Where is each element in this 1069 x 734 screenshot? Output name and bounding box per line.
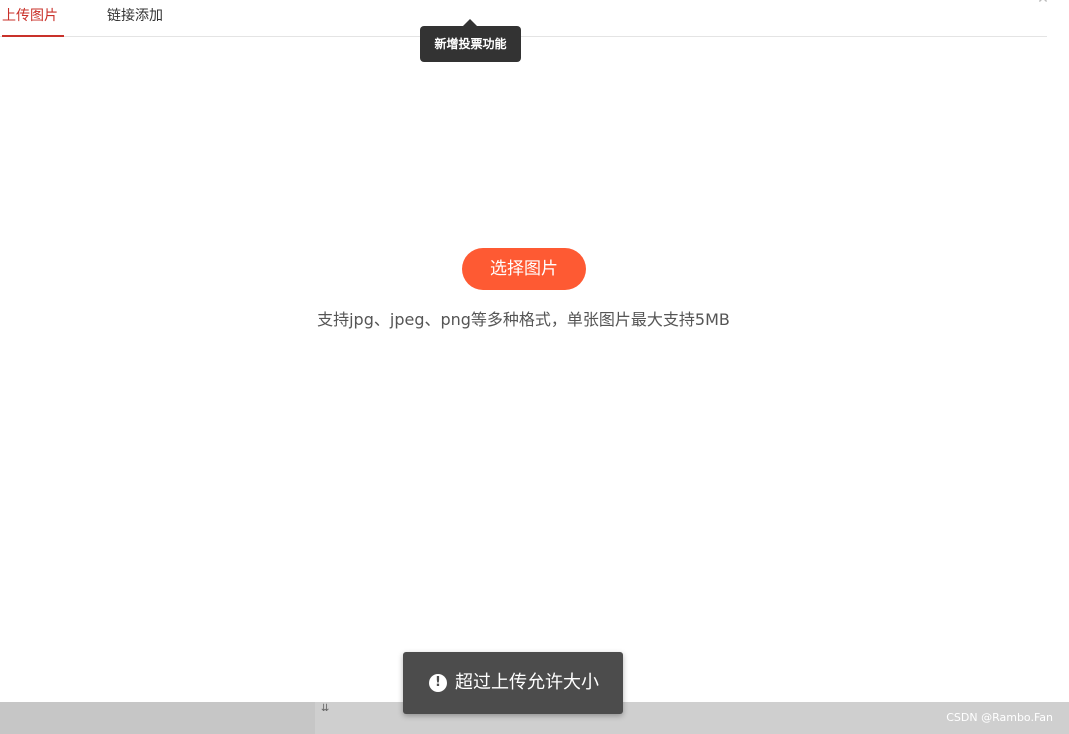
tab-link-add[interactable]: 链接添加 — [107, 0, 163, 37]
feature-tooltip: 新增投票功能 — [420, 26, 521, 62]
close-icon[interactable]: ✕ — [1036, 0, 1050, 6]
watermark: CSDN @Rambo.Fan — [946, 711, 1053, 724]
bottom-bar-left-strip — [0, 702, 315, 734]
tab-upload-image[interactable]: 上传图片 — [2, 0, 64, 37]
exclamation-circle-icon: ! — [429, 674, 447, 692]
upload-hint: 支持jpg、jpeg、png等多种格式，单张图片最大支持5MB — [317, 310, 730, 329]
sort-icon[interactable]: ⇊ — [321, 703, 337, 715]
select-image-button[interactable]: 选择图片 — [462, 248, 586, 290]
toast-message: 超过上传允许大小 — [455, 672, 599, 693]
upload-dialog: 上传图片 链接添加 ✕ 新增投票功能 选择图片 支持jpg、jpeg、png等多… — [0, 0, 1069, 734]
error-toast: ! 超过上传允许大小 — [403, 652, 623, 714]
tab-bar: 上传图片 链接添加 — [0, 0, 1047, 37]
tooltip-arrow — [463, 19, 477, 26]
